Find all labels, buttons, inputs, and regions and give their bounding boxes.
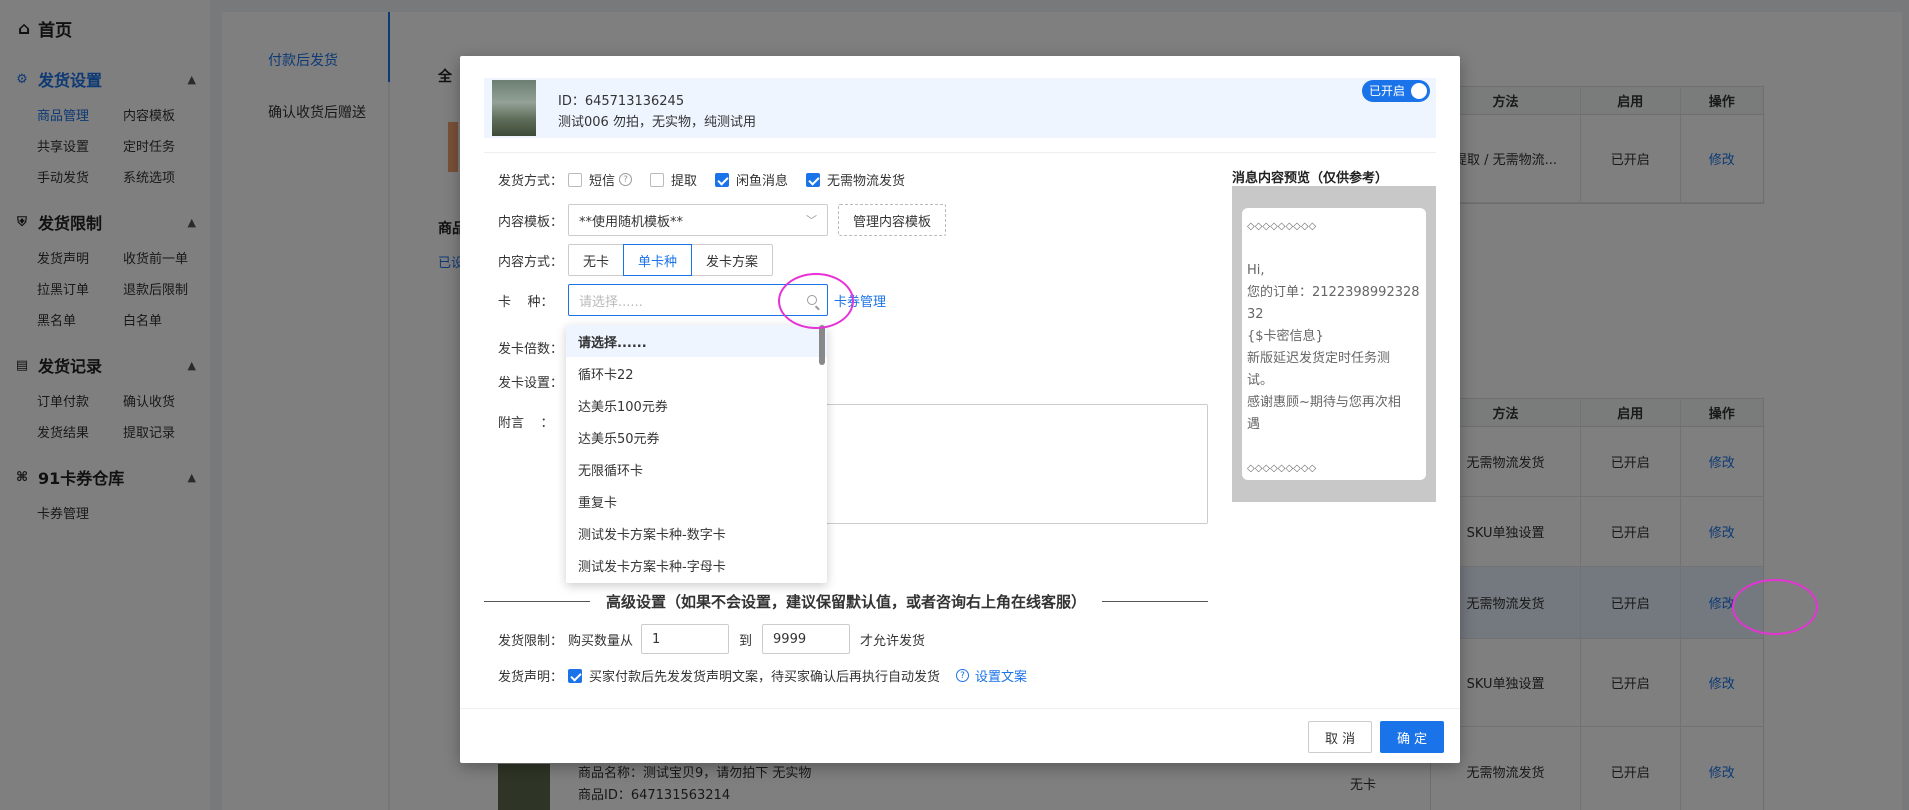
statement-row: 发货声明： 买家付款后先发发货声明文案，待买家确认后再执行自动发货 ? 设置文案	[498, 666, 1027, 685]
advanced-settings-title: 高级设置（如果不会设置，建议保留默认值，或者咨询右上角在线客服）	[606, 593, 1087, 611]
toggle-label: 已开启	[1369, 84, 1406, 98]
card-type-placeholder: 请选择......	[579, 294, 643, 310]
checkbox-xianyu-message[interactable]	[715, 172, 730, 187]
limit-max-input[interactable]: 9999	[762, 624, 851, 654]
preview-line	[1247, 238, 1421, 260]
dropdown-scrollbar[interactable]	[819, 325, 825, 365]
card-type-label: 卡 种：	[498, 294, 554, 310]
template-label: 内容模板：	[498, 214, 564, 230]
manage-template-button[interactable]: 管理内容模板	[838, 204, 947, 236]
mode-no-card[interactable]: 无卡	[568, 244, 625, 276]
limit-from-text: 购买数量从	[568, 633, 634, 649]
limit-min-input[interactable]: 1	[641, 624, 730, 654]
delivery-method-row: 发货方式： 短信 ? 提取 闲鱼消息 无需物流发货	[498, 170, 923, 189]
option-no-logistics[interactable]: 无需物流发货	[806, 170, 905, 189]
card-type-dropdown: 请选择...... 循环卡22 达美乐100元券 达美乐50元券 无限循环卡 重…	[566, 325, 827, 583]
option-sms[interactable]: 短信 ?	[568, 170, 633, 189]
template-select[interactable]: **使用随机模板** ﹀	[568, 204, 828, 236]
limit-to-text: 到	[739, 633, 753, 649]
set-statement-link[interactable]: 设置文案	[975, 666, 1027, 685]
product-card: ID：645713136245 测试006 勿拍，无实物，纯测试用 已开启	[484, 78, 1436, 138]
template-row: 内容模板： **使用随机模板** ﹀ 管理内容模板	[498, 204, 947, 236]
preview-line: Hi,	[1247, 263, 1265, 278]
limit-max-value: 9999	[773, 631, 807, 647]
preview-line: 新版延迟发货定时任务测	[1247, 351, 1391, 366]
delivery-method-label: 发货方式：	[498, 174, 564, 189]
preview-line: 您的订单：2122398992328	[1247, 285, 1420, 300]
product-image	[492, 80, 536, 136]
delivery-limit-label: 发货限制：	[498, 633, 564, 649]
note-label: 附言 ：	[498, 416, 554, 431]
dropdown-option[interactable]: 循环卡22	[566, 357, 827, 389]
option-label: 提取	[671, 174, 698, 189]
dropdown-option[interactable]: 测试发卡方案卡种-字母卡	[566, 549, 827, 581]
annotation-circle	[1732, 579, 1818, 635]
limit-min-value: 1	[652, 631, 661, 647]
option-xianyu-message[interactable]: 闲鱼消息	[715, 170, 788, 189]
preview-title: 消息内容预览（仅供参考）	[1232, 171, 1389, 186]
help-icon[interactable]: ?	[619, 173, 633, 186]
toggle-knob	[1411, 83, 1427, 99]
cancel-button[interactable]: 取 消	[1308, 721, 1373, 753]
dropdown-option[interactable]: 测试发卡方案卡种-数字卡	[566, 517, 827, 549]
checkbox-statement[interactable]	[568, 668, 582, 683]
divider-line	[484, 601, 590, 602]
multiplier-label: 发卡倍数：	[498, 342, 564, 357]
note-row: 附言 ：	[498, 412, 568, 431]
mode-single-card[interactable]: 单卡种	[623, 244, 693, 276]
help-icon[interactable]: ?	[956, 669, 970, 682]
card-setting-label: 发卡设置：	[498, 376, 564, 391]
preview-line: 32	[1247, 307, 1264, 322]
checkbox-sms[interactable]	[568, 172, 582, 187]
statement-text: 买家付款后先发发货声明文案，待买家确认后再执行自动发货	[589, 670, 941, 685]
mode-card-plan[interactable]: 发卡方案	[691, 244, 774, 276]
preview-line: ◇◇◇◇◇◇◇◇◇	[1247, 463, 1317, 474]
dropdown-option[interactable]: 请选择......	[566, 325, 827, 357]
divider	[484, 152, 1436, 153]
checkbox-extract[interactable]	[650, 172, 665, 187]
option-label: 短信	[589, 174, 616, 189]
preview-line: 试。	[1247, 373, 1274, 388]
preview-card: ◇◇◇◇◇◇◇◇◇ Hi, 您的订单：2122398992328 32 {$卡密…	[1242, 208, 1426, 480]
limit-suffix-text: 才允许发货	[860, 633, 926, 649]
product-name: 测试006 勿拍，无实物，纯测试用	[558, 115, 756, 130]
content-mode-label: 内容方式：	[498, 254, 564, 270]
statement-label: 发货声明：	[498, 670, 564, 685]
edit-delivery-modal: ID：645713136245 测试006 勿拍，无实物，纯测试用 已开启 发货…	[460, 56, 1460, 763]
multiplier-row: 发卡倍数：	[498, 338, 568, 357]
preview-line: ◇◇◇◇◇◇◇◇◇	[1247, 221, 1317, 232]
preview-line: {$卡密信息}	[1247, 329, 1324, 344]
confirm-button[interactable]: 确 定	[1380, 721, 1445, 753]
dropdown-option[interactable]: 无限循环卡	[566, 453, 827, 485]
preview-line: 遇	[1247, 417, 1261, 432]
enabled-toggle[interactable]: 已开启	[1362, 80, 1430, 102]
message-preview: ◇◇◇◇◇◇◇◇◇ Hi, 您的订单：2122398992328 32 {$卡密…	[1232, 186, 1436, 502]
option-label: 闲鱼消息	[736, 174, 789, 189]
preview-line: 感谢惠顾~期待与您再次相	[1247, 395, 1401, 410]
preview-line	[1247, 436, 1421, 458]
content-mode-segment: 无卡 单卡种 发卡方案	[568, 244, 774, 276]
modal-footer: 取 消 确 定	[460, 708, 1460, 763]
divider-line	[1102, 601, 1209, 602]
template-value: **使用随机模板**	[579, 214, 684, 230]
card-setting-row: 发卡设置：	[498, 372, 568, 391]
annotation-circle	[778, 273, 854, 329]
chevron-down-icon: ﹀	[806, 214, 817, 227]
dropdown-option[interactable]: 达美乐100元券	[566, 389, 827, 421]
advanced-settings-header: 高级设置（如果不会设置，建议保留默认值，或者咨询右上角在线客服）	[484, 591, 1209, 612]
dropdown-option[interactable]: 重复卡	[566, 485, 827, 517]
content-mode-row: 内容方式： 无卡 单卡种 发卡方案	[498, 244, 774, 276]
checkbox-no-logistics[interactable]	[806, 172, 821, 187]
dropdown-option[interactable]: 达美乐50元券	[566, 421, 827, 453]
option-extract[interactable]: 提取	[650, 170, 697, 189]
delivery-limit-row: 发货限制： 购买数量从 1 到 9999 才允许发货	[498, 624, 925, 654]
option-label: 无需物流发货	[827, 174, 906, 189]
product-id: ID：645713136245	[558, 94, 685, 109]
